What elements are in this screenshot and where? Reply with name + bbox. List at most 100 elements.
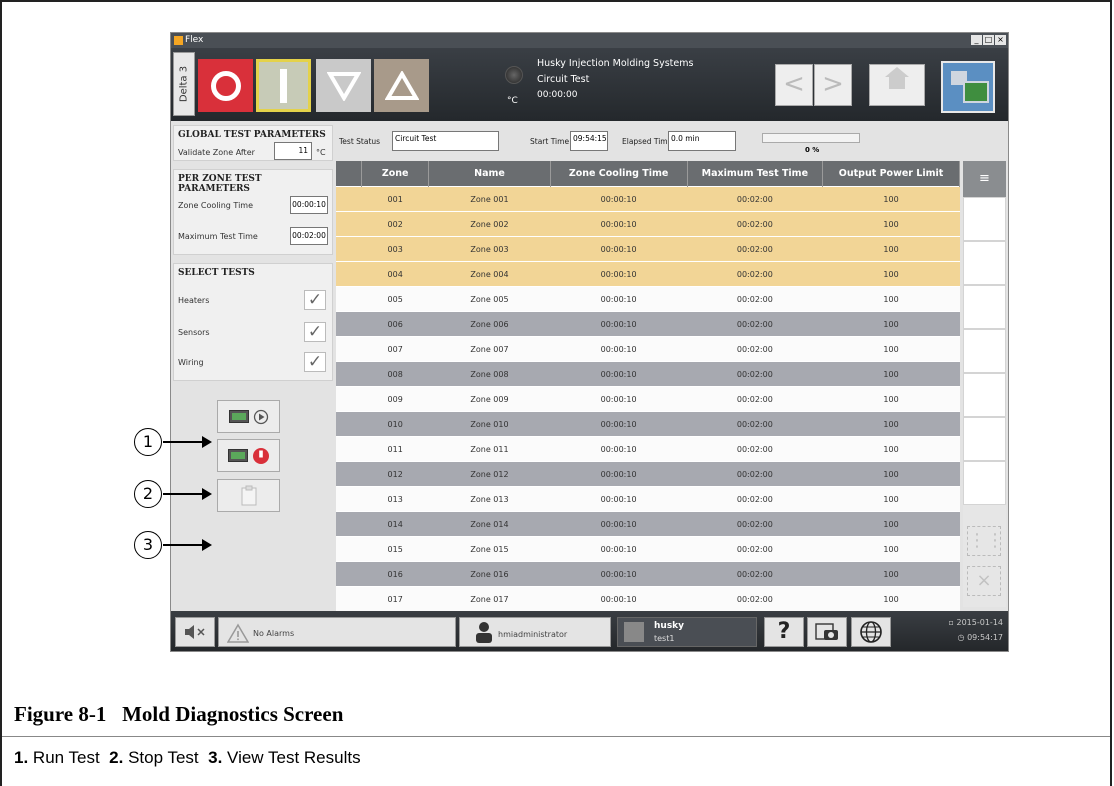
help-icon: ? bbox=[777, 619, 791, 644]
row-selector[interactable] bbox=[336, 211, 362, 237]
max-test-time-cell: 00:02:00 bbox=[687, 461, 823, 487]
table-row[interactable]: 017 Zone 017 00:00:10 00:02:00 100 bbox=[336, 586, 960, 611]
cooling-time-cell: 00:00:10 bbox=[550, 386, 688, 412]
wiring-checkbox[interactable]: ✓ bbox=[304, 352, 326, 372]
row-selector[interactable] bbox=[336, 361, 362, 387]
view-test-results-button[interactable] bbox=[217, 479, 280, 512]
minimize-button[interactable]: _ bbox=[971, 35, 982, 45]
cooling-time-cell: 00:00:10 bbox=[550, 336, 688, 362]
cooling-time-cell: 00:00:10 bbox=[550, 236, 688, 262]
zone-cell: 006 bbox=[361, 311, 429, 337]
mute-button[interactable] bbox=[175, 617, 215, 647]
screenshot-button[interactable] bbox=[807, 617, 847, 647]
table-row[interactable]: 011 Zone 011 00:00:10 00:02:00 100 bbox=[336, 436, 960, 462]
table-row[interactable]: 005 Zone 005 00:00:10 00:02:00 100 bbox=[336, 286, 960, 312]
column-menu-button[interactable]: ≡ bbox=[963, 161, 1006, 197]
legend-run-test: Run Test bbox=[32, 748, 100, 767]
col-zone-header[interactable]: Zone bbox=[361, 161, 430, 187]
row-selector[interactable] bbox=[336, 561, 362, 587]
row-selector[interactable] bbox=[336, 386, 362, 412]
max-test-time-cell: 00:02:00 bbox=[687, 536, 823, 562]
row-selector[interactable] bbox=[336, 536, 362, 562]
table-row[interactable]: 004 Zone 004 00:00:10 00:02:00 100 bbox=[336, 261, 960, 287]
col-name-header[interactable]: Name bbox=[428, 161, 551, 187]
language-button[interactable] bbox=[851, 617, 891, 647]
mold-button[interactable]: husky test1 bbox=[617, 617, 757, 647]
power-off-button[interactable] bbox=[198, 59, 253, 112]
grid-select-icon[interactable]: ⋮⋮ bbox=[967, 526, 1004, 556]
decrease-button[interactable] bbox=[316, 59, 371, 112]
calendar-icon: ▫ bbox=[948, 618, 954, 627]
help-button[interactable]: ? bbox=[764, 617, 804, 647]
max-test-time-cell: 00:02:00 bbox=[687, 511, 823, 537]
heaters-checkbox[interactable]: ✓ bbox=[304, 290, 326, 310]
nav-back-button[interactable]: < bbox=[775, 64, 813, 106]
maximum-test-time-label: Maximum Test Time bbox=[178, 232, 258, 241]
table-row[interactable]: 016 Zone 016 00:00:10 00:02:00 100 bbox=[336, 561, 960, 587]
table-row[interactable]: 006 Zone 006 00:00:10 00:02:00 100 bbox=[336, 311, 960, 337]
side-slot bbox=[963, 329, 1006, 373]
power-on-button[interactable] bbox=[256, 59, 311, 112]
diagnostics-button[interactable] bbox=[941, 61, 995, 113]
close-button[interactable]: × bbox=[995, 35, 1006, 45]
row-selector[interactable] bbox=[336, 336, 362, 362]
maximize-button[interactable]: □ bbox=[983, 35, 994, 45]
sensors-checkbox[interactable]: ✓ bbox=[304, 322, 326, 342]
status-footer: No Alarms hmiadministrator husky test1 ?… bbox=[171, 611, 1008, 651]
row-selector[interactable] bbox=[336, 311, 362, 337]
table-row[interactable]: 001 Zone 001 00:00:10 00:02:00 100 bbox=[336, 186, 960, 212]
col-cooling-header[interactable]: Zone Cooling Time bbox=[550, 161, 688, 187]
table-row[interactable]: 010 Zone 010 00:00:10 00:02:00 100 bbox=[336, 411, 960, 437]
row-selector[interactable] bbox=[336, 286, 362, 312]
globe-icon bbox=[860, 621, 882, 643]
validate-zone-unit: °C bbox=[316, 148, 326, 157]
power-limit-cell: 100 bbox=[822, 186, 960, 212]
zone-cell: 015 bbox=[361, 536, 429, 562]
home-button[interactable] bbox=[869, 64, 925, 106]
row-selector[interactable] bbox=[336, 411, 362, 437]
power-limit-cell: 100 bbox=[822, 386, 960, 412]
home-icon bbox=[885, 67, 909, 95]
power-limit-cell: 100 bbox=[822, 511, 960, 537]
table-row[interactable]: 012 Zone 012 00:00:10 00:02:00 100 bbox=[336, 461, 960, 487]
clear-selection-icon[interactable]: × bbox=[967, 566, 1001, 596]
table-row[interactable]: 015 Zone 015 00:00:10 00:02:00 100 bbox=[336, 536, 960, 562]
elapsed-time-label: Elapsed Time bbox=[622, 137, 673, 146]
name-cell: Zone 015 bbox=[428, 536, 551, 562]
row-selector[interactable] bbox=[336, 436, 362, 462]
validate-zone-input[interactable]: 11 bbox=[274, 142, 312, 160]
row-selector[interactable] bbox=[336, 186, 362, 212]
table-row[interactable]: 003 Zone 003 00:00:10 00:02:00 100 bbox=[336, 236, 960, 262]
col-power-limit-header[interactable]: Output Power Limit bbox=[822, 161, 960, 187]
table-row[interactable]: 002 Zone 002 00:00:10 00:02:00 100 bbox=[336, 211, 960, 237]
test-status-bar: Test Status Circuit Test Start Time 09:5… bbox=[337, 129, 1007, 159]
max-test-time-cell: 00:02:00 bbox=[687, 286, 823, 312]
select-tests-title: SELECT TESTS bbox=[178, 268, 255, 278]
zone-cooling-time-input[interactable]: 00:00:10 bbox=[290, 196, 328, 214]
row-selector[interactable] bbox=[336, 486, 362, 512]
row-selector[interactable] bbox=[336, 511, 362, 537]
row-selector[interactable] bbox=[336, 261, 362, 287]
name-cell: Zone 010 bbox=[428, 411, 551, 437]
figure-number: Figure 8-1 bbox=[14, 702, 107, 726]
stop-test-button[interactable] bbox=[217, 439, 280, 472]
table-row[interactable]: 008 Zone 008 00:00:10 00:02:00 100 bbox=[336, 361, 960, 387]
nav-forward-button[interactable]: > bbox=[814, 64, 852, 106]
table-row[interactable]: 014 Zone 014 00:00:10 00:02:00 100 bbox=[336, 511, 960, 537]
col-max-time-header[interactable]: Maximum Test Time bbox=[687, 161, 824, 187]
table-row[interactable]: 013 Zone 013 00:00:10 00:02:00 100 bbox=[336, 486, 960, 512]
row-selector[interactable] bbox=[336, 236, 362, 262]
row-selector[interactable] bbox=[336, 461, 362, 487]
maximum-test-time-input[interactable]: 00:02:00 bbox=[290, 227, 328, 245]
table-row[interactable]: 007 Zone 007 00:00:10 00:02:00 100 bbox=[336, 336, 960, 362]
start-time-field: 09:54:15 bbox=[570, 131, 608, 151]
table-row[interactable]: 009 Zone 009 00:00:10 00:02:00 100 bbox=[336, 386, 960, 412]
max-test-time-cell: 00:02:00 bbox=[687, 311, 823, 337]
cooling-time-cell: 00:00:10 bbox=[550, 261, 688, 287]
user-button[interactable]: hmiadministrator bbox=[459, 617, 611, 647]
machine-label: Delta 3 bbox=[173, 52, 195, 116]
run-test-button[interactable] bbox=[217, 400, 280, 433]
alarms-button[interactable]: No Alarms bbox=[218, 617, 456, 647]
row-selector[interactable] bbox=[336, 586, 362, 611]
increase-button[interactable] bbox=[374, 59, 429, 112]
